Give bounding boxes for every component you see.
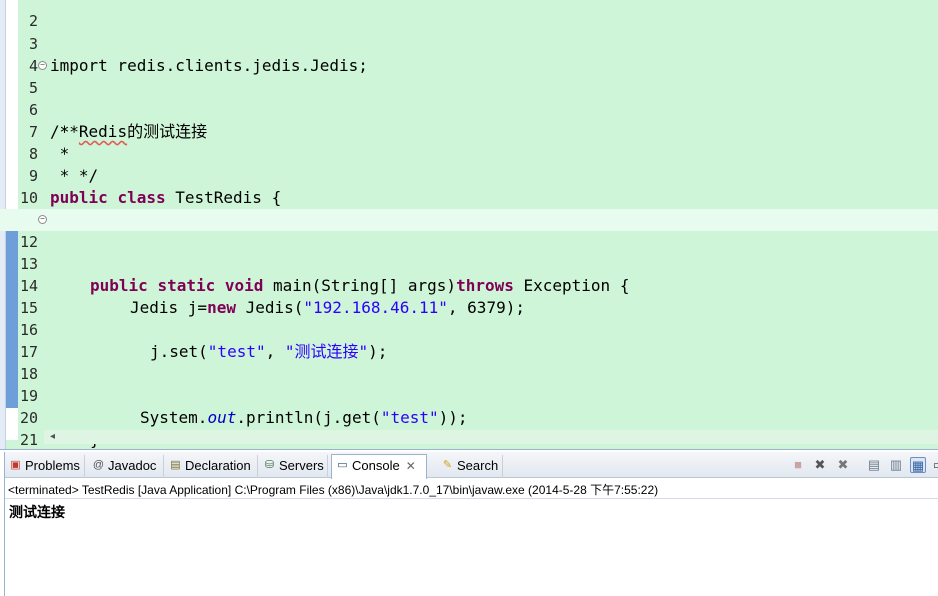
code-line[interactable]: 19 System.out.println(j.get("test"));: [0, 363, 938, 427]
tab-problems[interactable]: ▣ Problems: [5, 455, 85, 478]
clear-console-icon[interactable]: ▤: [866, 457, 882, 473]
tab-label: Problems: [25, 458, 80, 473]
code-line[interactable]: 8 * */: [0, 121, 938, 185]
console-panel: ▣ Problems @ Javadoc ▤ Declaration ⛁ Ser…: [4, 452, 938, 596]
code-line[interactable]: 16 j.set("test", "测试连接");: [0, 297, 938, 361]
view-tab-bar: ▣ Problems @ Javadoc ▤ Declaration ⛁ Ser…: [5, 452, 938, 479]
tab-servers[interactable]: ⛁ Servers: [259, 455, 328, 478]
code-line[interactable]: 11: [0, 187, 938, 229]
scroll-left-arrow-icon[interactable]: ◂: [50, 431, 55, 442]
remove-launch-icon[interactable]: ✖: [812, 457, 828, 473]
code-line[interactable]: 21: [0, 407, 938, 449]
code-line[interactable]: 2: [0, 0, 938, 30]
line-number: 21: [19, 431, 38, 449]
console-icon: ▭: [337, 459, 348, 471]
code-line[interactable]: 20 }: [0, 385, 938, 449]
tab-console[interactable]: ▭ Console ✕: [331, 454, 427, 479]
code-line[interactable]: 15: [0, 275, 938, 317]
code-line[interactable]: 18: [0, 341, 938, 383]
tab-label: Console: [352, 458, 400, 473]
code-line[interactable]: 7 *: [0, 99, 938, 163]
servers-icon: ⛁: [264, 459, 275, 471]
code-line[interactable]: 14 Jedis j=new Jedis("192.168.46.11", 63…: [0, 253, 938, 317]
code-line[interactable]: 5 − /**: [0, 55, 938, 142]
declaration-icon: ▤: [170, 459, 181, 471]
code-line[interactable]: 13: [0, 231, 938, 273]
tab-label: Declaration: [185, 458, 251, 473]
problems-icon: ▣: [10, 459, 21, 471]
open-console-icon[interactable]: ▭: [931, 457, 938, 473]
console-output[interactable]: 测试连接: [9, 502, 65, 522]
show-console-icon[interactable]: ▦: [910, 457, 926, 473]
at-sign-icon: @: [92, 459, 105, 471]
fold-collapse-icon[interactable]: −: [38, 215, 47, 224]
tab-label: Search: [457, 458, 499, 473]
fold-collapse-icon[interactable]: −: [38, 61, 47, 70]
horizontal-scrollbar[interactable]: ◂: [44, 430, 938, 444]
search-icon: ✎: [442, 459, 453, 471]
close-icon[interactable]: ✕: [406, 459, 416, 473]
code-line-current[interactable]: 12 − public static void main(String[] ar…: [0, 209, 938, 295]
tab-search[interactable]: ✎ Search: [437, 455, 503, 478]
remove-all-terminated-icon[interactable]: ✖: [835, 457, 851, 473]
tab-label: Javadoc: [108, 458, 157, 473]
code-line[interactable]: 17: [0, 319, 938, 361]
divider: [5, 498, 938, 499]
tab-declaration[interactable]: ▤ Declaration: [165, 455, 258, 478]
code-editor[interactable]: 2 3 import redis.clients.jedis.Jedis; 4 …: [0, 0, 938, 450]
tab-label: Servers: [279, 458, 324, 473]
code-line[interactable]: 10: [0, 165, 938, 207]
code-line[interactable]: 4: [0, 33, 938, 75]
code-line[interactable]: 6 * Redis的测试连接: [0, 77, 938, 141]
tab-javadoc[interactable]: @ Javadoc: [88, 455, 164, 478]
console-status: <terminated> TestRedis [Java Application…: [8, 483, 659, 497]
scroll-lock-icon[interactable]: ▥: [888, 457, 904, 473]
code-line[interactable]: 3 import redis.clients.jedis.Jedis;: [0, 11, 938, 75]
terminate-icon[interactable]: ■: [790, 457, 806, 473]
code-line[interactable]: 9 public class TestRedis {: [0, 143, 938, 207]
